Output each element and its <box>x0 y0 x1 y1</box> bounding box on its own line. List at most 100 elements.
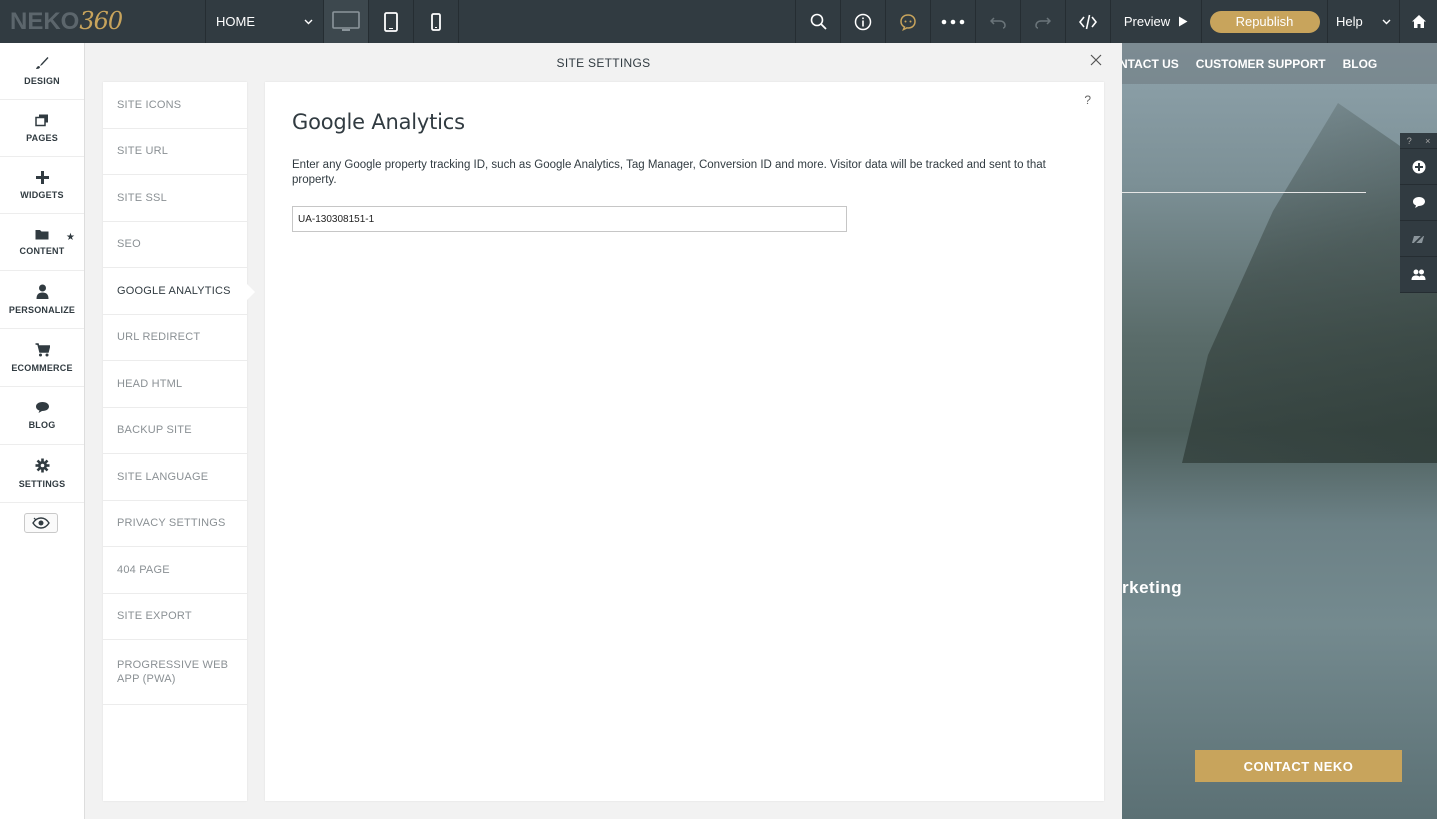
settings-list: SITE ICONS SITE URL SITE SSL SEO GOOGLE … <box>103 82 255 801</box>
more-button[interactable] <box>931 0 976 43</box>
add-section-button[interactable] <box>1400 149 1437 185</box>
help-question-button[interactable]: ? <box>1084 93 1091 107</box>
info-button[interactable] <box>841 0 886 43</box>
play-icon <box>1179 16 1188 27</box>
preview-button[interactable]: Preview <box>1111 0 1202 43</box>
site-preview: NTACT US CUSTOMER SUPPORT BLOG rketing C… <box>1122 43 1437 819</box>
settings-item-site-ssl[interactable]: SITE SSL <box>103 175 247 222</box>
side-tools-header: ? × <box>1400 133 1437 149</box>
side-tools-close[interactable]: × <box>1419 133 1437 148</box>
code-button[interactable] <box>1066 0 1111 43</box>
background-mountain <box>1182 103 1437 463</box>
settings-item-404-page[interactable]: 404 PAGE <box>103 547 247 594</box>
side-tools-help[interactable]: ? <box>1400 133 1419 148</box>
nav-blog[interactable]: BLOG <box>0 387 84 445</box>
chat-button[interactable] <box>886 0 931 43</box>
left-nav: DESIGN PAGES WIDGETS CONTENT ★ PERSONALI… <box>0 43 85 819</box>
nav-pages[interactable]: PAGES <box>0 100 84 157</box>
tracking-id-input[interactable] <box>292 206 847 232</box>
nav-label: PAGES <box>26 132 58 143</box>
home-icon <box>1411 15 1426 28</box>
comments-button[interactable] <box>1400 185 1437 221</box>
site-nav: NTACT US CUSTOMER SUPPORT BLOG <box>1122 43 1437 84</box>
side-tools: ? × <box>1400 133 1437 293</box>
settings-item-site-export[interactable]: SITE EXPORT <box>103 594 247 640</box>
mobile-view-button[interactable] <box>414 0 459 43</box>
search-button[interactable] <box>796 0 841 43</box>
hide-elements-button[interactable] <box>24 513 58 533</box>
nav-settings[interactable]: SETTINGS <box>0 445 84 503</box>
top-toolbar: NEKO360 HOME Preview Republish Help <box>0 0 1437 43</box>
site-nav-blog[interactable]: BLOG <box>1343 57 1378 71</box>
nav-label: DESIGN <box>24 76 60 86</box>
star-icon: ★ <box>66 232 75 243</box>
eye-icon <box>32 517 50 529</box>
chevron-down-icon <box>304 19 313 24</box>
settings-item-head-html[interactable]: HEAD HTML <box>103 361 247 408</box>
site-nav-support[interactable]: CUSTOMER SUPPORT <box>1196 57 1326 71</box>
settings-content-panel: ? Google Analytics Enter any Google prop… <box>265 82 1104 801</box>
users-icon <box>1411 269 1426 280</box>
comment-icon <box>35 402 49 413</box>
settings-item-site-url[interactable]: SITE URL <box>103 129 247 175</box>
settings-item-backup-site[interactable]: BACKUP SITE <box>103 408 247 454</box>
desktop-icon <box>332 10 360 31</box>
gear-icon <box>35 458 49 473</box>
info-icon <box>854 13 872 30</box>
undo-button[interactable] <box>976 0 1021 43</box>
divider <box>1122 192 1366 193</box>
site-nav-contact[interactable]: NTACT US <box>1122 57 1179 71</box>
site-settings-modal: SITE SETTINGS SITE ICONS SITE URL SITE S… <box>85 43 1122 819</box>
settings-item-google-analytics[interactable]: GOOGLE ANALYTICS <box>103 268 255 315</box>
plus-icon <box>35 170 49 184</box>
cart-icon <box>35 342 50 356</box>
desktop-view-button[interactable] <box>324 0 369 43</box>
help-menu[interactable]: Help <box>1328 0 1400 43</box>
republish-button[interactable]: Republish <box>1209 10 1320 33</box>
nav-label: SETTINGS <box>18 479 66 489</box>
preview-label: Preview <box>1123 14 1171 29</box>
nav-label: BLOG <box>28 420 56 430</box>
logo[interactable]: NEKO360 <box>0 0 206 43</box>
tablet-icon <box>384 11 398 32</box>
hidden-layers-button[interactable] <box>1400 221 1437 257</box>
logo-text-neko: NEKO <box>10 8 80 35</box>
nav-personalize[interactable]: PERSONALIZE <box>0 271 84 329</box>
home-button[interactable] <box>1400 0 1437 43</box>
pages-icon <box>35 114 48 126</box>
settings-item-seo[interactable]: SEO <box>103 222 247 268</box>
person-icon <box>36 284 48 299</box>
search-icon <box>810 13 827 30</box>
nav-design[interactable]: DESIGN <box>0 43 84 100</box>
settings-item-pwa[interactable]: PROGRESSIVE WEB APP (PWA) <box>103 640 247 705</box>
comment-icon <box>1412 197 1425 208</box>
folder-icon <box>35 229 49 239</box>
settings-item-site-icons[interactable]: SITE ICONS <box>103 82 247 129</box>
modal-title: SITE SETTINGS <box>556 56 651 70</box>
nav-content[interactable]: CONTENT ★ <box>0 214 84 271</box>
mobile-icon <box>431 12 441 31</box>
code-icon <box>1079 14 1097 29</box>
page-select[interactable]: HOME <box>206 0 324 43</box>
chevron-down-icon <box>1382 19 1391 24</box>
settings-item-url-redirect[interactable]: URL REDIRECT <box>103 315 247 361</box>
nav-ecommerce[interactable]: ECOMMERCE <box>0 329 84 387</box>
modal-close-button[interactable] <box>1089 53 1103 67</box>
undo-icon <box>990 16 1006 29</box>
layers-hidden-icon <box>1411 231 1426 246</box>
settings-item-site-language[interactable]: SITE LANGUAGE <box>103 454 247 501</box>
redo-icon <box>1035 16 1051 29</box>
settings-item-label: GOOGLE ANALYTICS <box>117 284 231 297</box>
nav-widgets[interactable]: WIDGETS <box>0 157 84 214</box>
collaborators-button[interactable] <box>1400 257 1437 293</box>
contact-button[interactable]: CONTACT NEKO <box>1195 750 1402 782</box>
settings-item-privacy-settings[interactable]: PRIVACY SETTINGS <box>103 501 247 547</box>
panel-description: Enter any Google property tracking ID, s… <box>292 159 1046 186</box>
tablet-view-button[interactable] <box>369 0 414 43</box>
nav-label: WIDGETS <box>20 189 64 200</box>
brush-icon <box>36 57 49 69</box>
redo-button[interactable] <box>1021 0 1066 43</box>
republish-cell: Republish <box>1202 0 1328 43</box>
hero-text: rketing <box>1122 578 1183 597</box>
nav-label: CONTENT <box>19 245 65 256</box>
